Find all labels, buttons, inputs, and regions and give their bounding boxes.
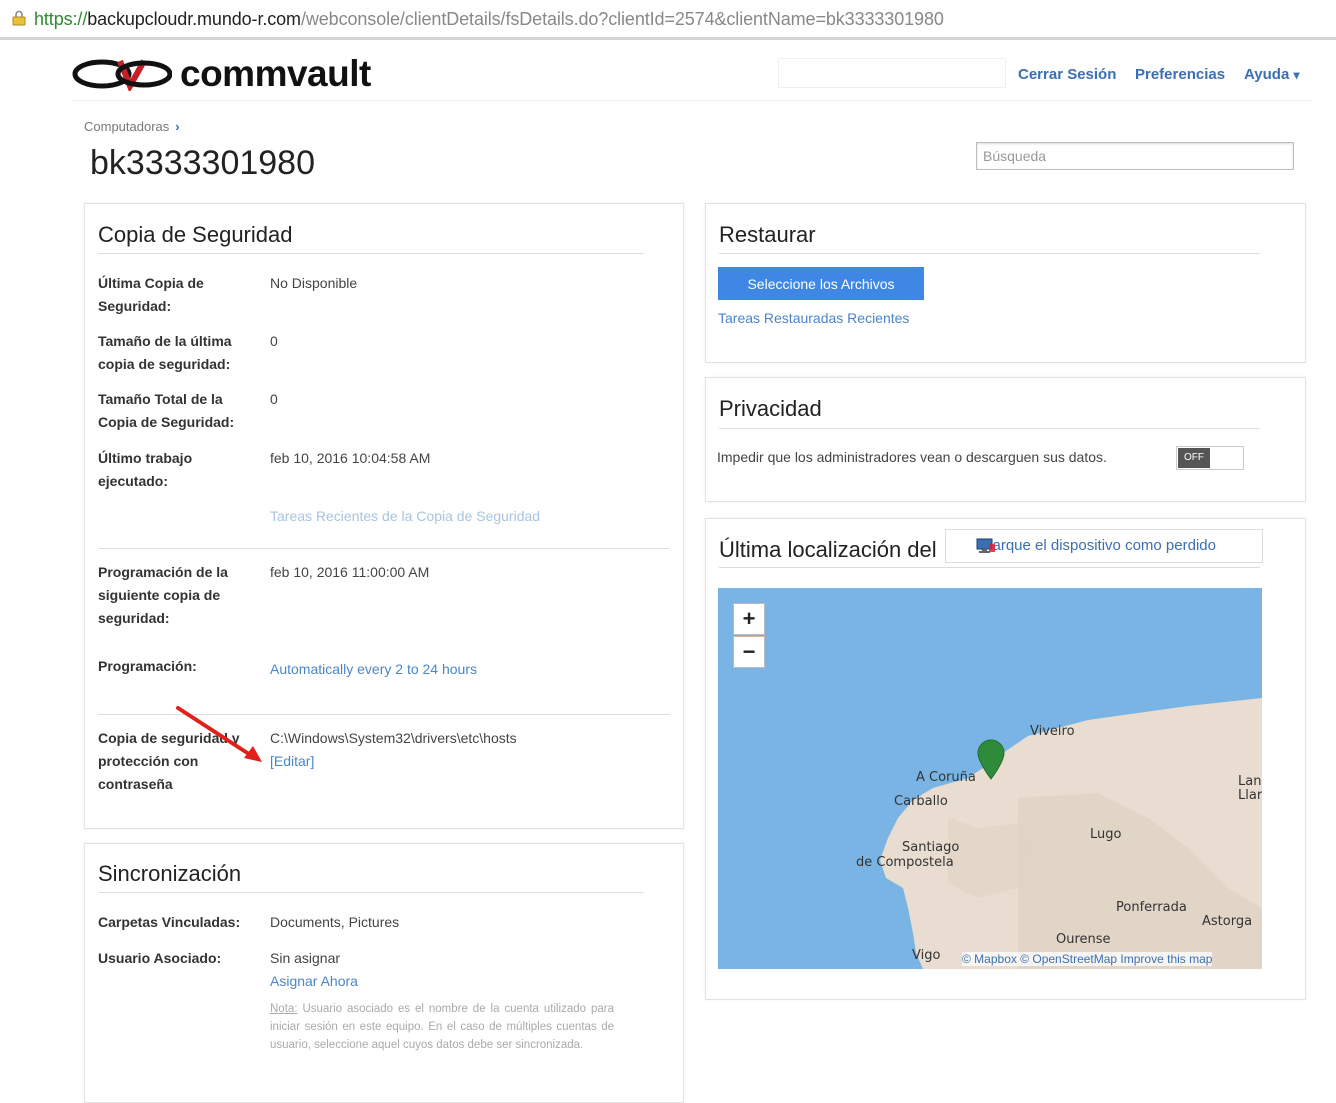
note-label: Nota: [270,1003,298,1015]
header-blank-field [778,58,1006,88]
location-marker-icon[interactable] [976,738,1006,780]
last-size-label: Tamaño de la última copia de seguridad: [98,333,232,372]
recent-restores-link[interactable]: Tareas Restauradas Recientes [718,307,909,330]
map-label-llar: Llar [1238,788,1262,803]
location-map[interactable]: Viveiro A Coruña Carballo Lugo Santiago … [718,588,1262,969]
help-link-label: Ayuda [1244,66,1290,83]
map-attribution[interactable]: © Mapbox © OpenStreetMap Improve this ma… [962,952,1213,966]
assign-now-link[interactable]: Asignar Ahora [270,970,358,993]
map-label-compostela: de Compostela [856,855,954,870]
mark-lost-button[interactable]: Marque el dispositivo como perdido [945,529,1263,563]
computer-icon [976,538,995,553]
next-backup-label: Programación de la siguiente copia de se… [98,564,228,626]
commvault-logo-mark [72,59,172,91]
toggle-state: OFF [1178,448,1210,468]
total-size-value: 0 [270,391,278,407]
red-arrow-annotation [176,706,262,762]
preferences-link[interactable]: Preferencias [1135,66,1225,83]
divider [719,253,1260,254]
last-job-value: feb 10, 2016 10:04:58 AM [270,450,431,466]
logout-link[interactable]: Cerrar Sesión [1018,66,1116,83]
divider [719,428,1260,429]
chevron-right-icon: › [175,119,180,134]
total-size-label: Tamaño Total de la Copia de Seguridad: [98,391,235,430]
schedule-label: Programación: [98,658,197,674]
zoom-in-button[interactable]: + [733,603,765,635]
select-files-button[interactable]: Seleccione los Archivos [718,267,924,300]
divider [719,567,1260,568]
map-label-ourense: Ourense [1056,932,1111,947]
associated-user-value: Sin asignar [270,950,341,966]
last-backup-value: No Disponible [270,275,358,291]
browser-address-bar[interactable]: https://backupcloudr.mundo-r.com/webcons… [0,0,1336,40]
map-label-ponferrada: Ponferrada [1116,900,1187,915]
help-menu[interactable]: Ayuda ▾ [1244,66,1300,83]
logo-wordmark: commvault [180,53,371,94]
schedule-link[interactable]: Automatically every 2 to 24 hours [270,658,477,681]
restore-card-title: Restaurar [719,222,816,247]
map-label-astorga: Astorga [1202,914,1253,929]
edit-link[interactable]: [Editar] [270,750,314,773]
sync-card-title: Sincronización [98,861,242,886]
zoom-out-button[interactable]: − [733,636,765,668]
map-label-viveiro: Viveiro [1030,724,1075,739]
map-label-vigo: Vigo [912,948,941,963]
map-label-santiago: Santiago [902,840,960,855]
location-card-title: Última localización del [719,537,937,562]
divider [98,253,644,254]
url-text[interactable]: https://backupcloudr.mundo-r.com/webcons… [34,9,944,30]
map-label-lugo: Lugo [1090,827,1122,842]
commvault-logo[interactable]: commvault [72,53,371,94]
protected-path-value: C:\Windows\System32\drivers\etc\hosts [270,730,517,746]
chevron-down-icon: ▾ [1293,68,1300,82]
header-divider [72,100,1312,101]
privacy-card-title: Privacidad [719,396,822,421]
note-text: Usuario asociado es el nombre de la cuen… [270,1003,614,1051]
privacy-description: Impedir que los administradores vean o d… [717,449,1107,465]
linked-folders-value: Documents, Pictures [270,914,400,930]
sync-note: Nota: Usuario asociado es el nombre de l… [270,1000,614,1054]
divider [98,548,670,549]
recent-backup-jobs-link[interactable]: Tareas Recientes de la Copia de Segurida… [270,505,540,528]
map-label-coruna: A Coruña [916,770,976,785]
last-job-label: Último trabajo ejecutado: [98,450,193,489]
backup-card-title: Copia de Seguridad [98,222,293,247]
breadcrumb: Computadoras › [84,119,180,134]
lock-icon [12,10,26,26]
last-size-value: 0 [270,333,278,349]
privacy-toggle[interactable]: OFF [1176,446,1244,470]
linked-folders-label: Carpetas Vinculadas: [98,914,241,930]
next-backup-value: feb 10, 2016 11:00:00 AM [270,564,430,580]
breadcrumb-computers-link[interactable]: Computadoras [84,119,169,134]
divider [98,892,644,893]
map-label-lan: Lan [1238,774,1262,789]
mark-lost-label: Marque el dispositivo como perdido [980,537,1216,554]
associated-user-label: Usuario Asociado: [98,950,222,966]
search-input[interactable] [976,142,1294,170]
last-backup-label: Última Copia de Seguridad: [98,275,204,314]
page-title: bk3333301980 [90,144,316,182]
map-label-carballo: Carballo [894,794,948,809]
